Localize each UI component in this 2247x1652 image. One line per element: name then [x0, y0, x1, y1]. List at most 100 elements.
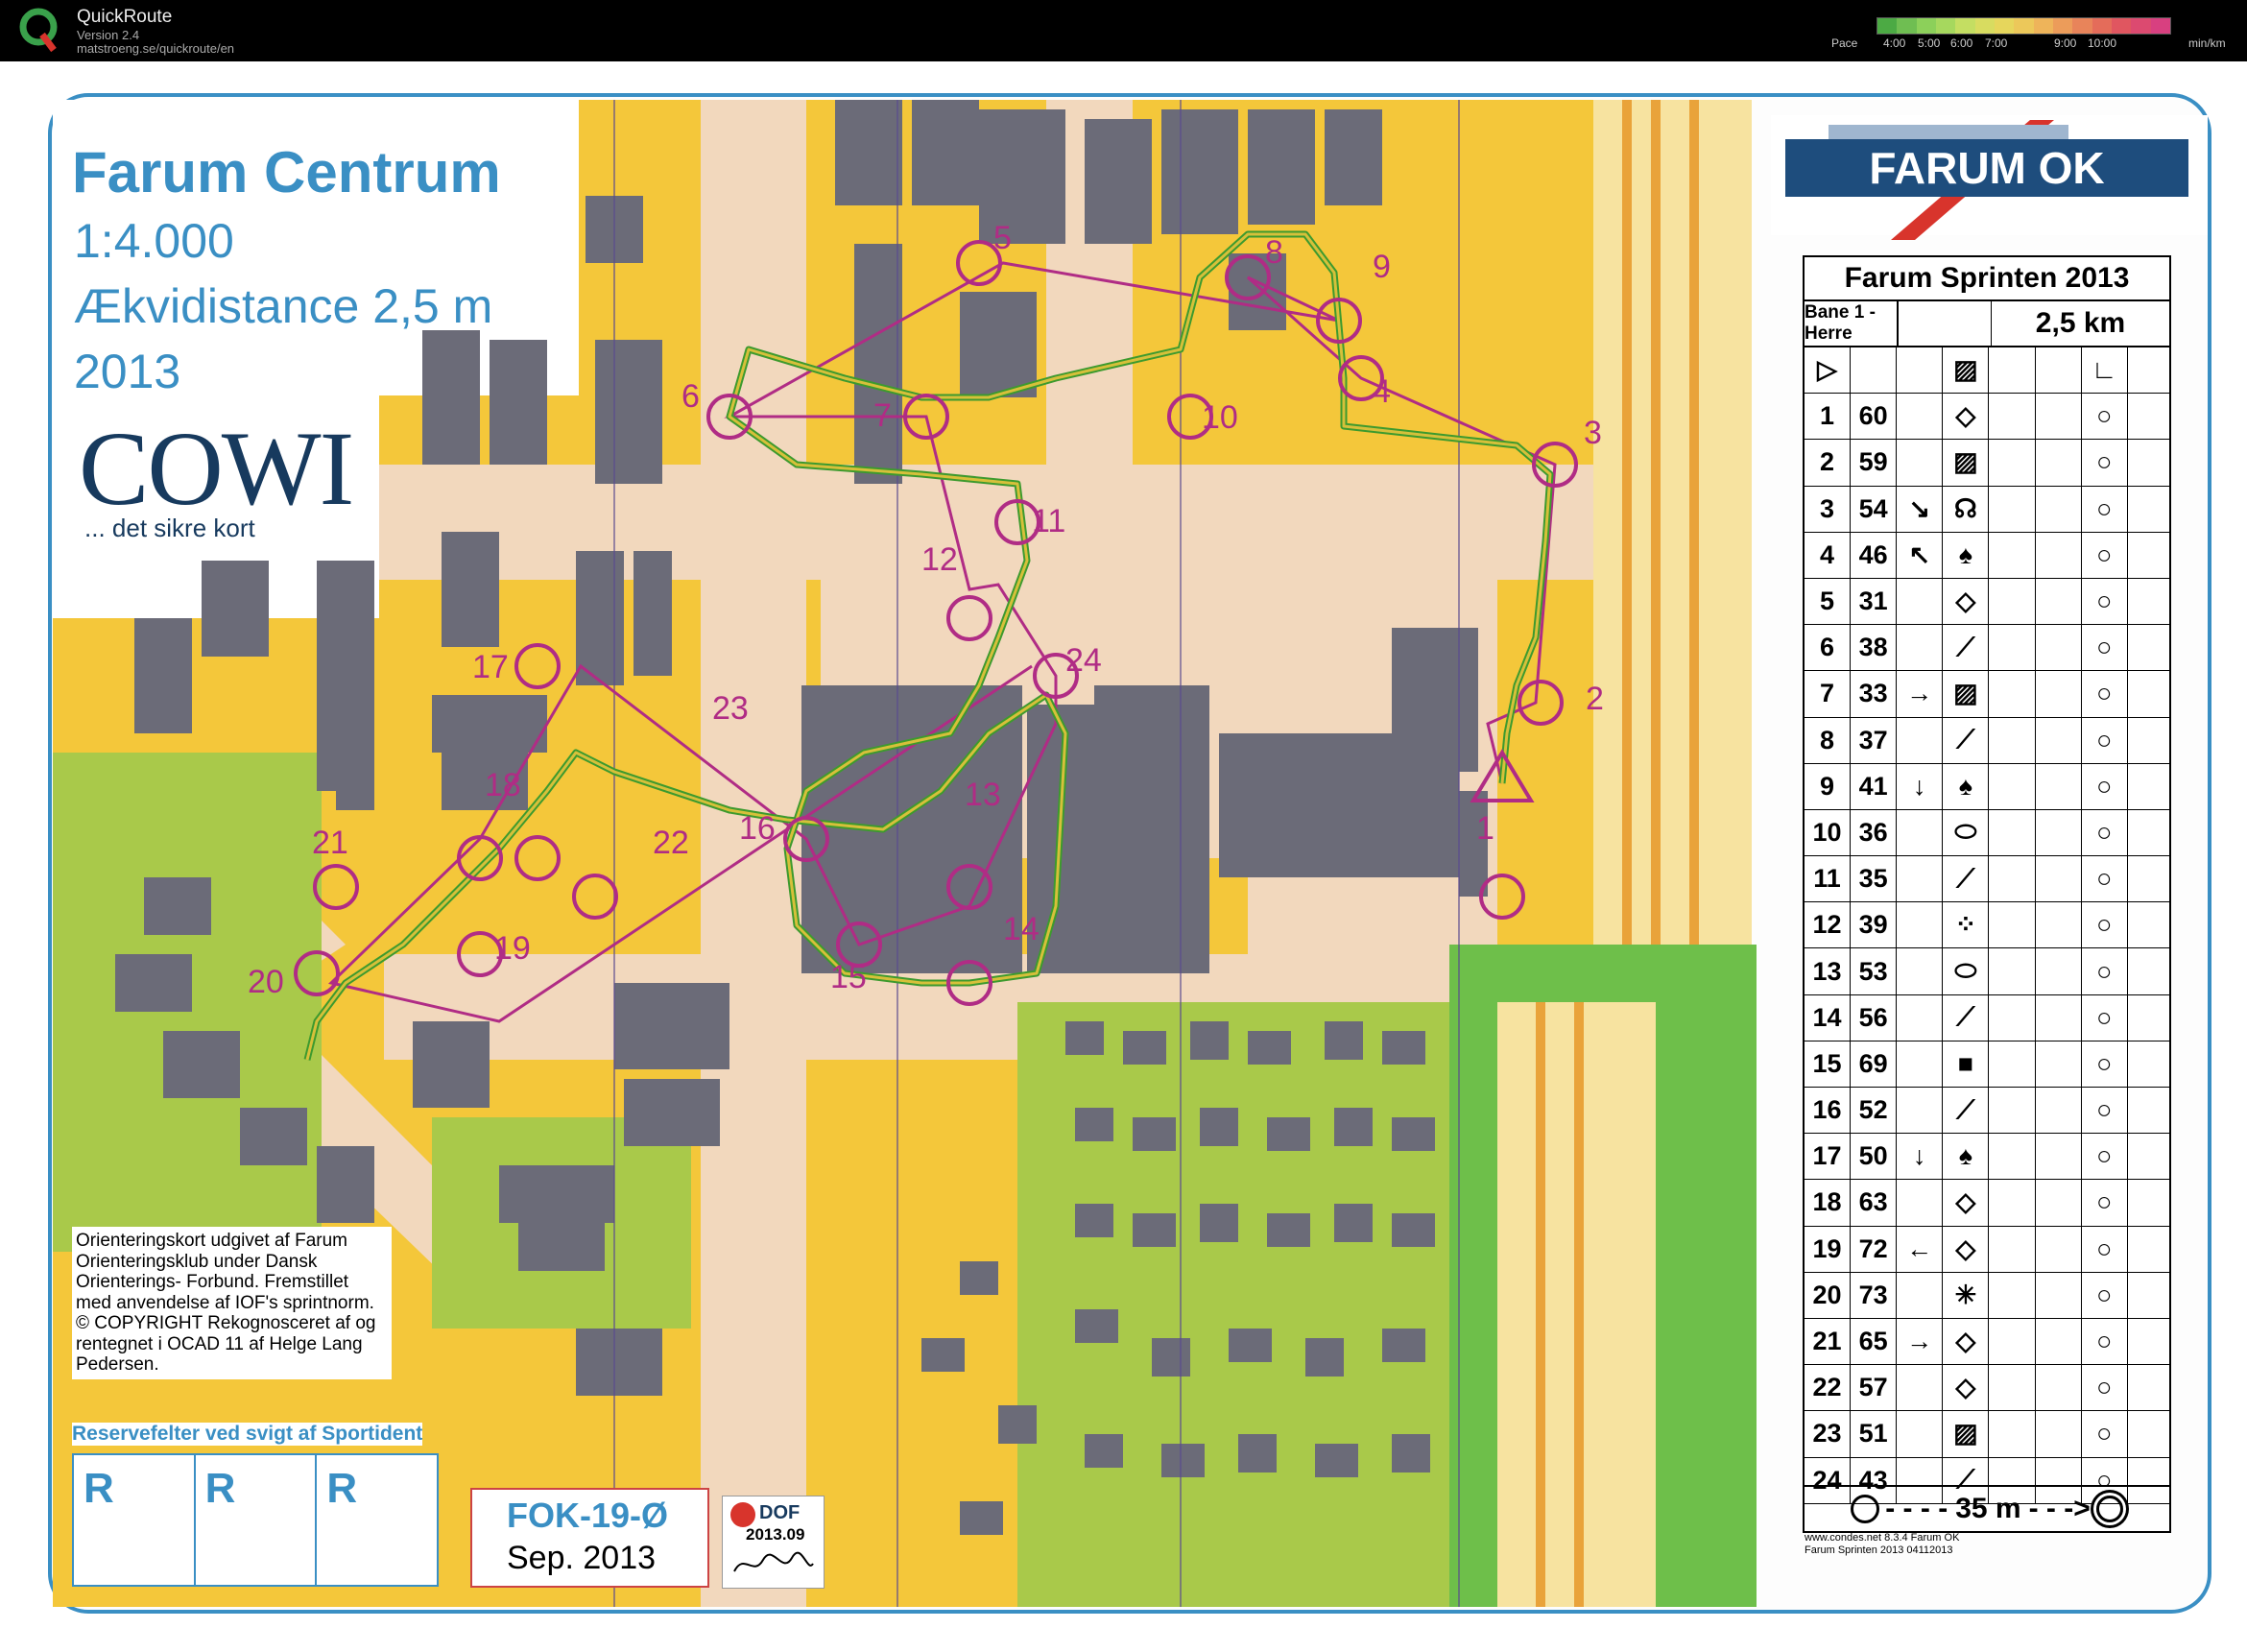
dof-text: DOF [759, 1502, 801, 1523]
cd-control-number: 1 [1805, 394, 1852, 440]
cd-row: 1 60 ◇ ○ [1805, 394, 2169, 441]
cd-control-number: 11 [1805, 856, 1852, 902]
cd-direction-icon [1897, 717, 1944, 763]
cd-location-icon: ○ [2082, 440, 2128, 486]
cd-control-number: 13 [1805, 948, 1852, 994]
dof-seal-icon: DOF 2013.09 [722, 1496, 825, 1589]
pace-color-swatch [1897, 18, 1917, 34]
quickroute-logo-icon [19, 8, 58, 53]
cd-feature-icon: ◇ [1943, 578, 1990, 625]
cd-control-number: 2 [1805, 440, 1852, 486]
cd-finish-distance: 35 m [1955, 1493, 2021, 1524]
cd-location-icon: ○ [2082, 994, 2128, 1041]
cd-control-number: 3 [1805, 486, 1852, 532]
cd-direction-icon: ← [1897, 1226, 1944, 1272]
map-id-box: FOK-19-Ø Sep. 2013 [470, 1488, 709, 1588]
cd-row: 20 73 ✳ ○ [1805, 1272, 2169, 1319]
cd-control-number: 8 [1805, 717, 1852, 763]
cd-row: 9 41 ↓ ♠ ○ [1805, 763, 2169, 810]
cd-feature-icon: ◇ [1943, 1180, 1990, 1226]
map-id: FOK-19-Ø [507, 1496, 669, 1535]
cd-control-code: 37 [1851, 717, 1898, 763]
cd-location-icon: ○ [2082, 809, 2128, 856]
app-url[interactable]: matstroeng.se/quickroute/en [77, 41, 234, 56]
cd-control-code: 31 [1851, 578, 1898, 625]
pace-color-swatch [2131, 18, 2151, 34]
pace-tick-label: 10:00 [2088, 36, 2117, 50]
cd-row: 10 36 ⬭ ○ [1805, 809, 2169, 857]
cd-feature-icon: ▨ [1943, 1411, 1990, 1457]
cd-row: 2 59 ▨ ○ [1805, 440, 2169, 487]
map-title: Farum Centrum [72, 140, 501, 204]
cd-direction-icon: → [1897, 1318, 1944, 1365]
cd-control-number: 22 [1805, 1365, 1852, 1411]
cd-location-icon: ○ [2082, 1411, 2128, 1457]
cd-finish-row: - - - - 35 m - - -> [1805, 1485, 2169, 1531]
cd-row: 21 65 → ◇ ○ [1805, 1318, 2169, 1366]
control-label-9: 9 [1373, 249, 1391, 285]
finish-start-circle-icon [1851, 1495, 1880, 1523]
cd-location-icon: ○ [2082, 578, 2128, 625]
cd-feature-icon: ⬭ [1943, 948, 1990, 994]
cd-direction-icon [1897, 440, 1944, 486]
cd-direction-icon [1897, 1272, 1944, 1318]
cd-control-number: 12 [1805, 902, 1852, 948]
cd-row: 16 52 ⟋ ○ [1805, 1088, 2169, 1135]
cd-row: 18 63 ◇ ○ [1805, 1180, 2169, 1227]
cd-control-number: 4 [1805, 532, 1852, 578]
cd-length: 2,5 km [2035, 307, 2126, 339]
control-label-2: 2 [1586, 681, 1604, 717]
control-label-22: 22 [653, 825, 689, 861]
cd-row: 22 57 ◇ ○ [1805, 1365, 2169, 1412]
cd-row: 3 54 ↘ ☊ ○ [1805, 486, 2169, 533]
cd-direction-icon: ↓ [1897, 1134, 1944, 1180]
pace-color-swatch [2150, 18, 2170, 34]
club-banner: FARUM OK [1785, 139, 2188, 197]
control-label-10: 10 [1202, 399, 1238, 436]
cd-row: 6 38 ⟋ ○ [1805, 625, 2169, 672]
cd-location-icon: ○ [2082, 671, 2128, 717]
cd-feature-icon: ♠ [1943, 763, 1990, 809]
cd-direction-icon [1897, 1041, 1944, 1087]
cd-feature-icon: ▨ [1943, 440, 1990, 486]
dof-date: 2013.09 [746, 1525, 805, 1544]
cd-row: 4 46 ↖ ♠ ○ [1805, 532, 2169, 579]
cd-row: 5 31 ◇ ○ [1805, 578, 2169, 626]
cd-feature-icon: ⟋ [1943, 717, 1990, 763]
cd-control-number: 9 [1805, 763, 1852, 809]
cd-control-number: 5 [1805, 578, 1852, 625]
cd-row: 7 33 → ▨ ○ [1805, 671, 2169, 718]
pace-color-swatch [2072, 18, 2092, 34]
cd-feature-icon: ⬭ [1943, 809, 1990, 856]
cd-control-code: 73 [1851, 1272, 1898, 1318]
pace-color-swatch [1955, 18, 1975, 34]
pace-color-swatch [2092, 18, 2112, 34]
cowi-logo: COWI [79, 410, 354, 527]
control-label-14: 14 [1003, 911, 1040, 947]
pace-color-swatch [2052, 18, 2073, 34]
reserve-title: Reservefelter ved svigt af Sportident [72, 1423, 423, 1446]
pace-color-swatch [2033, 18, 2053, 34]
control-label-19: 19 [494, 930, 531, 967]
map-date: Sep. 2013 [507, 1540, 657, 1576]
cd-control-code: 65 [1851, 1318, 1898, 1365]
control-label-18: 18 [485, 767, 521, 803]
control-label-6: 6 [681, 378, 700, 415]
cd-control-number: 6 [1805, 625, 1852, 671]
cd-control-code: 59 [1851, 440, 1898, 486]
cd-direction-icon: ↘ [1897, 486, 1944, 532]
cd-location-icon: ○ [2082, 948, 2128, 994]
pace-tick-label: 4:00 [1883, 36, 1906, 50]
map-scale: 1:4.000 [74, 214, 234, 268]
cd-control-code: 52 [1851, 1088, 1898, 1134]
cd-control-number: 7 [1805, 671, 1852, 717]
cd-control-number: 14 [1805, 994, 1852, 1041]
cd-start-row: ▷ ▨ ∟ [1805, 347, 2169, 395]
cd-footer-line2: Farum Sprinten 2013 04112013 [1805, 1544, 1953, 1556]
pace-color-swatch [1994, 18, 2015, 34]
cd-row: 23 51 ▨ ○ [1805, 1411, 2169, 1458]
app-version: Version 2.4 [77, 28, 140, 42]
control-label-17: 17 [472, 649, 509, 685]
cd-rows: ▷ ▨ ∟ 1 60 ◇ ○ 2 59 ▨ ○ 3 54 ↘ ☊ ○ 4 46 ↖ ♠ ○ 5 31 ◇ ○ 6 38 ⟋ ○ 7 33 → ▨… [1805, 347, 2169, 1504]
cd-control-code: 69 [1851, 1041, 1898, 1087]
